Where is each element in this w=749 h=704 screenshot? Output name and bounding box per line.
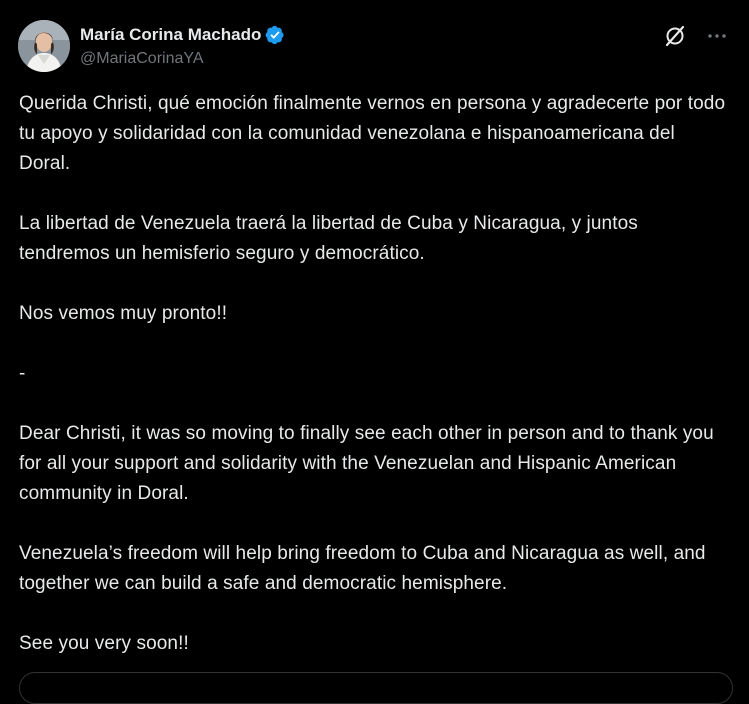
- author-handle[interactable]: @MariaCorinaYA: [80, 48, 285, 70]
- tweet-paragraph: La libertad de Venezuela traerá la liber…: [19, 213, 644, 264]
- tweet-paragraph: Nos vemos muy pronto!!: [19, 303, 228, 324]
- avatar-image: [18, 20, 70, 72]
- author-names: María Corina Machado @MariaCorinaYA: [80, 24, 285, 70]
- tweet-paragraph: -: [19, 363, 26, 384]
- verified-badge-icon[interactable]: [265, 25, 285, 45]
- tweet-paragraph: Venezuela’s freedom will help bring free…: [19, 543, 711, 594]
- more-icon[interactable]: [705, 24, 729, 48]
- tweet-paragraph: Querida Christi, qué emoción finalmente …: [19, 93, 731, 174]
- tweet-paragraph: Dear Christi, it was so moving to finall…: [19, 423, 720, 504]
- tweet-header: María Corina Machado @MariaCorinaYA: [18, 20, 731, 72]
- tweet-text: Querida Christi, qué emoción finalmente …: [19, 89, 731, 659]
- tweet: María Corina Machado @MariaCorinaYA Quer…: [0, 0, 749, 704]
- display-name[interactable]: María Corina Machado: [80, 24, 261, 46]
- display-name-row: María Corina Machado: [80, 24, 285, 46]
- media-card[interactable]: [19, 672, 733, 704]
- tweet-paragraph: See you very soon!!: [19, 633, 189, 654]
- grok-icon[interactable]: [663, 24, 687, 48]
- avatar[interactable]: [18, 20, 70, 72]
